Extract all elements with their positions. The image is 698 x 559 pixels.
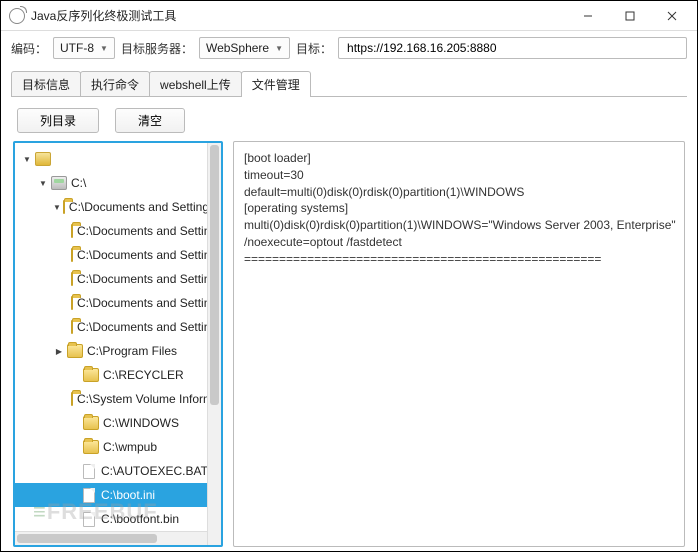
- tab-bar: 目标信息 执行命令 webshell上传 文件管理: [1, 65, 697, 97]
- folder-icon: [71, 272, 73, 286]
- folder-wmpub[interactable]: C:\wmpub: [15, 435, 221, 459]
- drive-icon: [51, 176, 67, 190]
- folder-svi[interactable]: C:\System Volume Information: [15, 387, 221, 411]
- tree-scrollbar-h[interactable]: [15, 531, 207, 545]
- folder-icon: [71, 392, 73, 406]
- folder-recycler[interactable]: C:\RECYCLER: [15, 363, 221, 387]
- tree-item-label: C:\WINDOWS: [103, 416, 179, 430]
- chevron-down-icon: ▼: [100, 44, 108, 53]
- tree-item-label: C:\System Volume Information: [77, 392, 221, 406]
- server-value: WebSphere: [206, 41, 269, 55]
- list-dir-button[interactable]: 列目录: [17, 108, 99, 133]
- folder-docs-settings[interactable]: ▼ C:\Documents and Settings: [15, 195, 221, 219]
- scroll-thumb-h[interactable]: [17, 534, 157, 543]
- folder-docs-sub2[interactable]: C:\Documents and Settings\: [15, 243, 221, 267]
- root-drives[interactable]: ▼: [15, 147, 221, 171]
- tree-item-label: C:\Documents and Settings: [69, 200, 215, 214]
- tree-item-label: C:\RECYCLER: [103, 368, 184, 382]
- tree-item-label: C:\bootfont.bin: [101, 512, 179, 526]
- tab-underline: [11, 96, 687, 97]
- encoding-select[interactable]: UTF-8 ▼: [53, 37, 115, 59]
- folder-icon: [71, 248, 73, 262]
- target-label: 目标：: [296, 40, 332, 57]
- tab-target-info[interactable]: 目标信息: [11, 71, 81, 97]
- tree-scrollbar-v[interactable]: [207, 143, 221, 545]
- file-icon: [83, 464, 95, 479]
- encoding-value: UTF-8: [60, 41, 94, 55]
- content-line: [boot loader]: [244, 150, 674, 167]
- file-tree[interactable]: ▼ ▼ C:\ ▼ C:\Documents and Settings C:\Docume…: [15, 143, 221, 545]
- folder-docs-sub1[interactable]: C:\Documents and Settings\: [15, 219, 221, 243]
- app-icon: [9, 8, 25, 24]
- content-line: multi(0)disk(0)rdisk(0)partition(1)\WIND…: [244, 217, 674, 234]
- scroll-thumb-v[interactable]: [210, 145, 219, 405]
- folder-icon: [83, 368, 99, 382]
- content-line: /noexecute=optout /fastdetect: [244, 234, 674, 251]
- toolbar: 编码： UTF-8 ▼ 目标服务器： WebSphere ▼ 目标：: [1, 31, 697, 65]
- folder-windows[interactable]: C:\WINDOWS: [15, 411, 221, 435]
- file-bootfont[interactable]: C:\bootfont.bin: [15, 507, 221, 531]
- folder-icon: [83, 440, 99, 454]
- folder-icon: [71, 320, 73, 334]
- tree-item-label: C:\Documents and Settings\: [77, 248, 221, 262]
- drive-c[interactable]: ▼ C:\: [15, 171, 221, 195]
- folder-icon: [83, 416, 99, 430]
- close-button[interactable]: [651, 2, 693, 30]
- tree-item-label: C:\Program Files: [87, 344, 177, 358]
- tree-item-label: C:\Documents and Settings\: [77, 296, 221, 310]
- folder-docs-sub4[interactable]: C:\Documents and Settings\: [15, 291, 221, 315]
- drives-icon: [35, 152, 51, 166]
- server-label: 目标服务器：: [121, 40, 193, 57]
- file-icon: [83, 512, 95, 527]
- tree-item-label: C:\AUTOEXEC.BAT: [101, 464, 208, 478]
- tree-expander[interactable]: ▼: [21, 155, 33, 164]
- file-autoexec[interactable]: C:\AUTOEXEC.BAT: [15, 459, 221, 483]
- tree-item-label: C:\wmpub: [103, 440, 157, 454]
- folder-docs-sub3[interactable]: C:\Documents and Settings\: [15, 267, 221, 291]
- encoding-label: 编码：: [11, 40, 47, 57]
- tree-item-label: C:\Documents and Settings\: [77, 224, 221, 238]
- minimize-button[interactable]: [567, 2, 609, 30]
- folder-icon: [71, 224, 73, 238]
- tab-webshell-upload[interactable]: webshell上传: [149, 71, 242, 97]
- content-line: default=multi(0)disk(0)rdisk(0)partition…: [244, 184, 674, 201]
- folder-program-files[interactable]: ▶ C:\Program Files: [15, 339, 221, 363]
- tree-expander[interactable]: ▶: [53, 347, 65, 356]
- window-title: Java反序列化终极测试工具: [31, 7, 567, 24]
- file-icon: [83, 488, 95, 503]
- tree-item-label: C:\boot.ini: [101, 488, 155, 502]
- content-line: timeout=30: [244, 167, 674, 184]
- target-url-input[interactable]: [338, 37, 687, 59]
- clear-button[interactable]: 清空: [115, 108, 185, 133]
- content-line: ========================================…: [244, 251, 674, 268]
- tab-exec-cmd[interactable]: 执行命令: [80, 71, 150, 97]
- tree-expander[interactable]: ▼: [53, 203, 61, 212]
- folder-icon: [67, 344, 83, 358]
- chevron-down-icon: ▼: [275, 44, 283, 53]
- file-content-panel[interactable]: [boot loader]timeout=30default=multi(0)d…: [233, 141, 685, 547]
- action-bar: 列目录 清空: [1, 98, 697, 141]
- folder-icon: [71, 296, 73, 310]
- tree-item-label: C:\: [71, 176, 86, 190]
- folder-icon: [63, 200, 65, 214]
- tree-panel: ▼ ▼ C:\ ▼ C:\Documents and Settings C:\Docume…: [13, 141, 223, 547]
- content-line: [operating systems]: [244, 200, 674, 217]
- tab-file-manager[interactable]: 文件管理: [241, 71, 311, 97]
- file-boot-ini[interactable]: C:\boot.ini: [15, 483, 221, 507]
- folder-docs-sub5[interactable]: C:\Documents and Settings\: [15, 315, 221, 339]
- tree-expander[interactable]: ▼: [37, 179, 49, 188]
- tree-item-label: C:\Documents and Settings\: [77, 320, 221, 334]
- server-select[interactable]: WebSphere ▼: [199, 37, 290, 59]
- title-bar: Java反序列化终极测试工具: [1, 1, 697, 31]
- maximize-button[interactable]: [609, 2, 651, 30]
- main-area: ▼ ▼ C:\ ▼ C:\Documents and Settings C:\Docume…: [1, 141, 697, 559]
- tree-item-label: C:\Documents and Settings\: [77, 272, 221, 286]
